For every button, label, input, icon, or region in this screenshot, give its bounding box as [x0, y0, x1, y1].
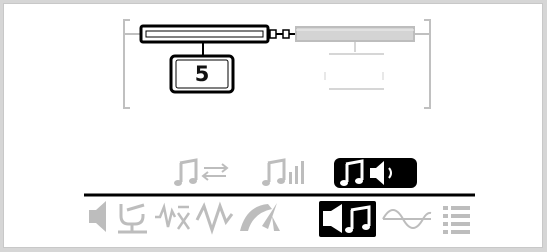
tool-tuning[interactable]	[118, 203, 147, 234]
tool-noise[interactable]	[155, 202, 191, 230]
disabled-block	[295, 26, 415, 90]
tool-list[interactable]	[443, 206, 470, 234]
tool-gauge[interactable]	[240, 203, 280, 231]
tool-pulse[interactable]	[195, 201, 234, 235]
mode-music-speaker[interactable]	[334, 158, 417, 188]
noise-wave-icon	[155, 202, 191, 230]
tool-sine[interactable]	[382, 209, 432, 229]
list-icon	[443, 206, 470, 234]
music-arrows-icon	[174, 158, 229, 186]
mode-music-arrows[interactable]	[174, 158, 229, 186]
signal-block[interactable]	[139, 24, 296, 44]
sine-wave-icon	[382, 209, 432, 229]
pulse-wave-icon	[195, 201, 234, 235]
left-bracket	[123, 19, 142, 109]
device-screen: 5	[0, 0, 547, 252]
music-bars-icon	[262, 158, 304, 186]
tool-speaker-music[interactable]	[319, 201, 376, 237]
display-graphics	[84, 19, 475, 237]
speaker-icon	[89, 201, 106, 232]
tool-volume[interactable]	[89, 201, 106, 232]
gauge-icon	[240, 203, 280, 231]
mode-music-bars[interactable]	[262, 158, 304, 186]
counter-box[interactable]	[169, 54, 235, 94]
tuning-fork-icon	[118, 203, 147, 234]
